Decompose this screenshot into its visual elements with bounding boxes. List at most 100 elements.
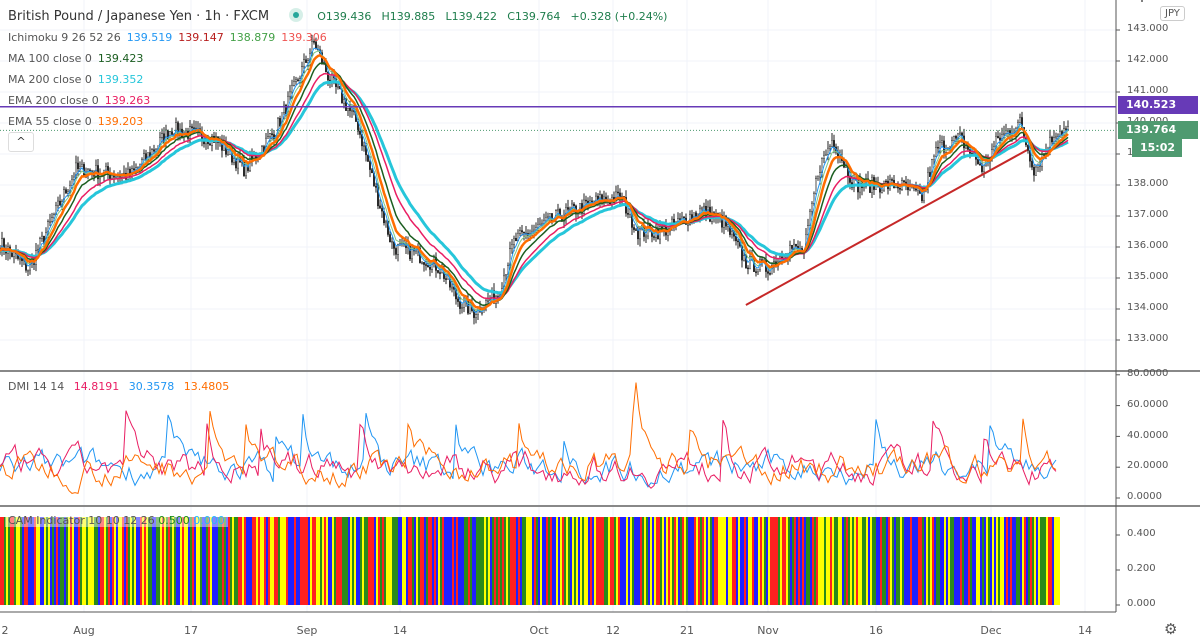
indicator-label[interactable]: MA 100 close 0 bbox=[8, 52, 92, 65]
cam-bar bbox=[660, 517, 662, 605]
chart-canvas[interactable] bbox=[0, 0, 1200, 642]
cam-bar bbox=[88, 517, 90, 605]
cam-bar bbox=[916, 517, 918, 605]
cam-bar bbox=[162, 517, 164, 605]
cam-bar bbox=[188, 517, 190, 605]
collapse-legend-button[interactable]: ^ bbox=[8, 132, 34, 152]
cam-bar bbox=[92, 517, 94, 605]
adx-line bbox=[0, 382, 1057, 494]
candle-body bbox=[232, 158, 235, 163]
cam-bar bbox=[144, 517, 146, 605]
cam-bar bbox=[196, 517, 198, 605]
cam-bar bbox=[194, 517, 196, 605]
cam-bar bbox=[730, 517, 732, 605]
cam-bar bbox=[866, 517, 868, 605]
currency-button[interactable]: JPY bbox=[1160, 6, 1185, 21]
cam-bar bbox=[964, 517, 966, 605]
cam-bar bbox=[792, 517, 794, 605]
candle-body bbox=[192, 127, 195, 129]
cam-bar bbox=[772, 517, 774, 605]
candle-body bbox=[427, 265, 430, 268]
cam-bar bbox=[1052, 517, 1054, 605]
cam-bar bbox=[958, 517, 960, 605]
candle-body bbox=[679, 218, 682, 220]
cam-bar bbox=[100, 517, 102, 605]
cam-bar bbox=[570, 517, 572, 605]
indicator-label[interactable]: EMA 200 close 0 bbox=[8, 94, 99, 107]
price-tick-label: 142.000 bbox=[1127, 54, 1169, 65]
cam-bar bbox=[94, 517, 96, 605]
cam-bar bbox=[108, 517, 110, 605]
cam-bar bbox=[764, 517, 766, 605]
cam-bar bbox=[252, 517, 254, 605]
cam-bar bbox=[48, 517, 50, 605]
cam-bar bbox=[594, 517, 596, 605]
cam-bar bbox=[942, 517, 944, 605]
cam-bar bbox=[774, 517, 776, 605]
cam-bar bbox=[584, 517, 586, 605]
indicator-label[interactable]: Ichimoku 9 26 52 26 bbox=[8, 31, 121, 44]
cam-bar bbox=[952, 517, 954, 605]
cam-bar bbox=[778, 517, 780, 605]
candle-body bbox=[445, 278, 448, 280]
market-status-icon bbox=[289, 8, 304, 22]
candle-body bbox=[637, 229, 640, 240]
cam-bar bbox=[748, 517, 750, 605]
cam-bar bbox=[394, 517, 396, 605]
candle-body bbox=[815, 178, 818, 194]
cam-bar bbox=[768, 517, 770, 605]
cam-bar bbox=[528, 517, 530, 605]
cam-bar bbox=[650, 517, 652, 605]
cam-bar bbox=[224, 517, 226, 605]
cam-bar bbox=[90, 517, 92, 605]
cam-bar bbox=[1000, 517, 1002, 605]
cam-bar bbox=[198, 517, 200, 605]
dmi-value: 14.8191 bbox=[73, 380, 120, 393]
cam-bar bbox=[554, 517, 556, 605]
cam-bar bbox=[274, 517, 276, 605]
indicator-label[interactable]: MA 200 close 0 bbox=[8, 73, 92, 86]
cam-bar bbox=[396, 517, 398, 605]
candle-body bbox=[573, 203, 576, 207]
candle-body bbox=[160, 133, 163, 138]
time-tick-label: 16 bbox=[869, 624, 883, 637]
candle-body bbox=[439, 272, 442, 274]
cam-bar bbox=[810, 517, 812, 605]
cam-bar bbox=[80, 517, 82, 605]
candle-body bbox=[269, 133, 272, 137]
dmi-value: 13.4805 bbox=[183, 380, 230, 393]
cam-bar bbox=[412, 517, 414, 605]
indicator-value: 139.147 bbox=[178, 31, 224, 44]
time-tick-label: Sep bbox=[296, 624, 318, 637]
cam-bar bbox=[448, 517, 450, 605]
cam-bar bbox=[728, 517, 730, 605]
cam-bar bbox=[610, 517, 612, 605]
cam-bar bbox=[736, 517, 738, 605]
cam-bar bbox=[838, 517, 840, 605]
cam-bar bbox=[70, 517, 72, 605]
cam-bar bbox=[220, 517, 222, 605]
cam-bar bbox=[82, 517, 84, 605]
candle-body bbox=[289, 91, 292, 97]
indicator-label[interactable]: EMA 55 close 0 bbox=[8, 115, 92, 128]
cam-bar bbox=[322, 517, 324, 605]
dmi-tick-label: 40.0000 bbox=[1127, 429, 1169, 441]
candle-body bbox=[811, 203, 814, 212]
cam-bar bbox=[908, 517, 910, 605]
settings-gear-icon[interactable]: ⚙ bbox=[1164, 620, 1177, 638]
cam-bar bbox=[488, 517, 490, 605]
indicator-value: 139.352 bbox=[97, 73, 144, 86]
symbol-title[interactable]: British Pound / Japanese Yen · 1h · FXCM bbox=[8, 9, 269, 24]
cam-bar bbox=[592, 517, 594, 605]
cam-bar bbox=[680, 517, 682, 605]
cam-bar bbox=[558, 517, 560, 605]
candle-body bbox=[395, 248, 398, 255]
cam-bar bbox=[230, 517, 232, 605]
cam-bar bbox=[142, 517, 144, 605]
cam-bar bbox=[106, 517, 108, 605]
cam-bar bbox=[546, 517, 548, 605]
candle-body bbox=[271, 133, 274, 135]
cam-bar bbox=[96, 517, 98, 605]
cam-bar bbox=[1018, 517, 1020, 605]
cam-bar bbox=[14, 517, 16, 605]
